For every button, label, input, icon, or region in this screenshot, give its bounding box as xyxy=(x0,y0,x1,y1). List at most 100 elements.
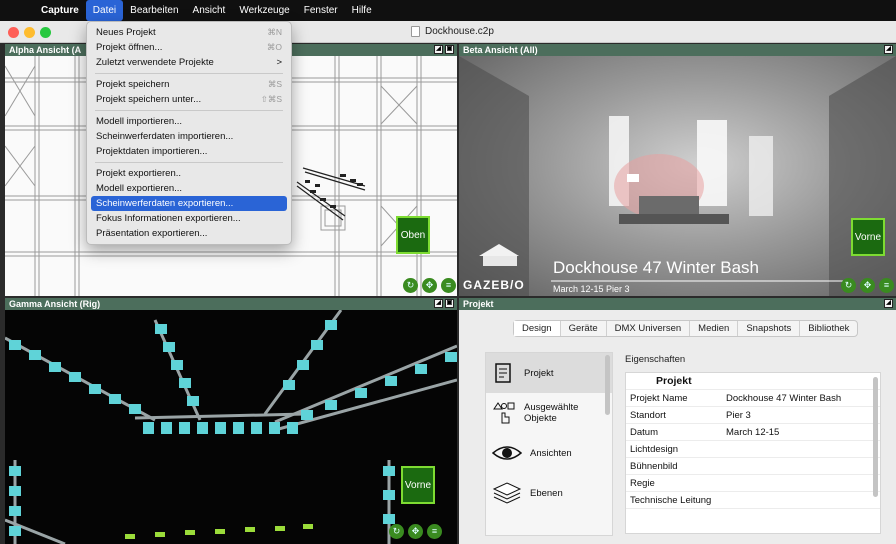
orbit-icon[interactable]: ↻ xyxy=(403,278,418,293)
menu-item-zuletzt-verwendete[interactable]: Zuletzt verwendete Projekte > xyxy=(91,55,287,70)
beta-view-header: Beta Ansicht (All) ◢ xyxy=(459,44,896,56)
project-pane-title: Projekt xyxy=(463,299,494,309)
menu-item-modell-importieren[interactable]: Modell importieren... xyxy=(91,114,287,129)
menu-fenster[interactable]: Fenster xyxy=(297,0,345,21)
menu-hilfe[interactable]: Hilfe xyxy=(345,0,379,21)
window-title: Dockhouse.c2p xyxy=(411,26,494,37)
pane-options-button[interactable]: ▣ xyxy=(445,299,454,308)
menu-item-shortcut: ⌘O xyxy=(266,42,282,52)
view-front-button[interactable]: Vorne xyxy=(851,218,885,256)
menu-werkzeuge[interactable]: Werkzeuge xyxy=(232,0,296,21)
properties-scrollbar[interactable] xyxy=(873,377,878,497)
tab-design[interactable]: Design xyxy=(514,321,561,336)
menu-item-modell-exportieren[interactable]: Modell exportieren... xyxy=(91,181,287,196)
pan-icon[interactable]: ✥ xyxy=(860,278,875,293)
gamma-nav-controls: ↻ ✥ ≡ xyxy=(389,524,442,539)
property-key: Regie xyxy=(630,477,655,489)
maximize-pane-button[interactable]: ◢ xyxy=(434,45,443,54)
menu-item-projekt-oeffnen[interactable]: Projekt öffnen... ⌘O xyxy=(91,40,287,55)
beta-viewport[interactable]: GAZEB/O Dockhouse 47 Winter Bash March 1… xyxy=(459,56,896,296)
menu-item-scheinwerferdaten-importieren[interactable]: Scheinwerferdaten importieren... xyxy=(91,129,287,144)
maximize-pane-button[interactable]: ◢ xyxy=(434,299,443,308)
menu-bearbeiten[interactable]: Bearbeiten xyxy=(123,0,185,21)
category-projekt[interactable]: Projekt xyxy=(486,353,612,393)
property-key: Technische Leitung xyxy=(630,494,712,506)
menu-separator xyxy=(95,162,283,163)
properties-label: Eigenschaften xyxy=(625,354,686,365)
table-row[interactable]: Regie xyxy=(626,475,880,492)
menu-datei[interactable]: Datei xyxy=(85,0,124,21)
pane-options-button[interactable]: ▣ xyxy=(445,45,454,54)
menu-item-neues-projekt[interactable]: Neues Projekt ⌘N xyxy=(91,25,287,40)
menu-item-projekt-speichern[interactable]: Projekt speichern ⌘S xyxy=(91,77,287,92)
menu-item-label: Neues Projekt xyxy=(96,27,156,38)
property-value[interactable]: Dockhouse 47 Winter Bash xyxy=(726,393,880,404)
menu-item-label: Modell importieren... xyxy=(96,116,183,127)
tab-medien[interactable]: Medien xyxy=(690,321,739,336)
property-value[interactable]: March 12-15 xyxy=(726,427,880,438)
properties-table-header: Projekt xyxy=(626,373,880,390)
document-icon xyxy=(411,26,420,37)
alpha-nav-controls: ↻ ✥ ≡ xyxy=(403,278,456,293)
gamma-view-title: Gamma Ansicht (Rig) xyxy=(9,299,101,309)
menu-item-scheinwerferdaten-exportieren[interactable]: Scheinwerferdaten exportieren... xyxy=(91,196,287,211)
menu-item-label: Fokus Informationen exportieren... xyxy=(96,213,241,224)
minimize-window-button[interactable] xyxy=(24,27,35,38)
tab-dmx-universen[interactable]: DMX Universen xyxy=(607,321,691,336)
menu-item-label: Projektdaten importieren... xyxy=(96,146,208,157)
view-front-button[interactable]: Vorne xyxy=(401,466,435,504)
close-window-button[interactable] xyxy=(8,27,19,38)
menu-icon[interactable]: ≡ xyxy=(879,278,894,293)
tab-bibliothek[interactable]: Bibliothek xyxy=(800,321,857,336)
category-ebenen[interactable]: Ebenen xyxy=(486,473,612,513)
property-value[interactable]: Pier 3 xyxy=(726,410,880,421)
beta-view-pane: Beta Ansicht (All) ◢ GAZEB/O Dockhouse 4… xyxy=(459,44,896,296)
zoom-window-button[interactable] xyxy=(40,27,51,38)
gamma-viewport[interactable]: Vorne ↻ ✥ ≡ xyxy=(5,309,457,544)
menu-item-label: Projekt speichern xyxy=(96,79,170,90)
menu-icon[interactable]: ≡ xyxy=(427,524,442,539)
menu-item-projektdaten-importieren[interactable]: Projektdaten importieren... xyxy=(91,144,287,159)
table-row[interactable]: Lichtdesign xyxy=(626,441,880,458)
category-ansichten[interactable]: Ansichten xyxy=(486,433,612,473)
category-list: Projekt Ausgewählte Objekte Ansichten Eb… xyxy=(485,352,613,536)
maximize-pane-button[interactable]: ◢ xyxy=(884,45,893,54)
menu-item-praesentation-exportieren[interactable]: Präsentation exportieren... xyxy=(91,226,287,241)
view-top-button[interactable]: Oben xyxy=(396,216,430,254)
project-tabs: Design Geräte DMX Universen Medien Snaps… xyxy=(513,320,859,337)
tab-snapshots[interactable]: Snapshots xyxy=(738,321,801,336)
pan-icon[interactable]: ✥ xyxy=(408,524,423,539)
menu-ansicht[interactable]: Ansicht xyxy=(186,0,233,21)
event-subtitle: March 12-15 Pier 3 xyxy=(553,284,630,294)
window-title-text: Dockhouse.c2p xyxy=(425,26,494,37)
event-title: Dockhouse 47 Winter Bash xyxy=(553,258,759,277)
pan-icon[interactable]: ✥ xyxy=(422,278,437,293)
menu-item-label: Projekt öffnen... xyxy=(96,42,163,53)
table-row[interactable]: Bühnenbild xyxy=(626,458,880,475)
submenu-chevron-icon: > xyxy=(276,57,282,68)
table-row[interactable]: Standort Pier 3 xyxy=(626,407,880,424)
menu-app[interactable]: Capture xyxy=(34,0,86,21)
table-row[interactable]: Technische Leitung xyxy=(626,492,880,509)
menu-item-fokus-exportieren[interactable]: Fokus Informationen exportieren... xyxy=(91,211,287,226)
menu-item-projekt-exportieren[interactable]: Projekt exportieren.. xyxy=(91,166,287,181)
alpha-view-title: Alpha Ansicht (A xyxy=(9,45,82,55)
orbit-icon[interactable]: ↻ xyxy=(841,278,856,293)
menu-icon[interactable]: ≡ xyxy=(441,278,456,293)
maximize-pane-button[interactable]: ◢ xyxy=(884,299,893,308)
orbit-icon[interactable]: ↻ xyxy=(389,524,404,539)
selection-icon xyxy=(493,402,515,424)
table-row[interactable]: Projekt Name Dockhouse 47 Winter Bash xyxy=(626,390,880,407)
menu-item-projekt-speichern-unter[interactable]: Projekt speichern unter... ⇧⌘S xyxy=(91,92,287,107)
category-ausgewaehlte-objekte[interactable]: Ausgewählte Objekte xyxy=(486,393,612,433)
document-icon xyxy=(495,363,511,383)
app-screen: Capture Datei Bearbeiten Ansicht Werkzeu… xyxy=(0,0,896,544)
property-key: Projekt Name xyxy=(630,392,688,404)
property-key: Bühnenbild xyxy=(630,460,678,472)
menu-separator xyxy=(95,110,283,111)
category-scrollbar[interactable] xyxy=(605,355,610,415)
beta-nav-controls: ↻ ✥ ≡ xyxy=(841,278,894,293)
tab-geraete[interactable]: Geräte xyxy=(561,321,607,336)
table-row[interactable]: Datum March 12-15 xyxy=(626,424,880,441)
project-pane: Projekt ◢ Design Geräte DMX Universen Me… xyxy=(459,298,896,544)
